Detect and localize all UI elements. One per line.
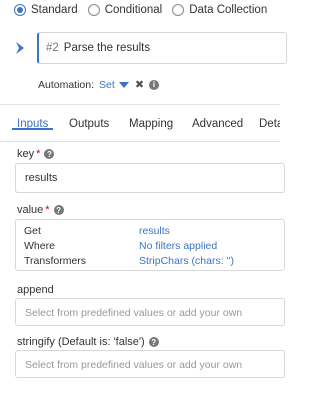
automation-row: Automation: Set ✖ i xyxy=(38,78,160,91)
automation-label: Automation: xyxy=(38,78,95,91)
radio-data-collection-label: Data Collection xyxy=(189,4,268,16)
value-row-get: Get results xyxy=(24,223,284,238)
caret-down-icon[interactable] xyxy=(118,81,129,88)
chevron-right-icon[interactable] xyxy=(13,41,27,55)
radio-data-collection[interactable]: Data Collection xyxy=(172,4,267,16)
divider xyxy=(0,104,280,105)
required-marker: * xyxy=(36,148,41,160)
value-row-where: Where No filters applied xyxy=(24,238,284,253)
tab-outputs[interactable]: Outputs xyxy=(69,112,109,130)
radio-standard[interactable]: Standard xyxy=(14,4,78,16)
value-row-link[interactable]: results xyxy=(139,225,170,237)
stringify-placeholder: Select from predefined values or add you… xyxy=(25,359,243,371)
key-field-label: key * ? xyxy=(17,148,55,160)
automation-value-link[interactable]: Set xyxy=(99,79,115,91)
radio-standard-label: Standard xyxy=(31,4,78,16)
help-icon[interactable]: ? xyxy=(53,205,64,215)
radio-data-collection-circle[interactable] xyxy=(172,4,185,16)
stringify-input[interactable]: Select from predefined values or add you… xyxy=(15,350,285,378)
value-row-link[interactable]: No filters applied xyxy=(139,240,217,252)
value-mapping-box[interactable]: Get results Where No filters applied Tra… xyxy=(15,219,285,271)
tab-bar: Inputs Outputs Mapping Advanced Deta xyxy=(0,112,280,142)
tab-details[interactable]: Deta xyxy=(259,112,280,130)
tab-mapping[interactable]: Mapping xyxy=(129,112,173,130)
value-row-transformers: Transformers StripChars (chars: '') xyxy=(24,253,284,268)
help-icon[interactable]: ? xyxy=(44,149,55,159)
radio-conditional-label: Conditional xyxy=(104,4,163,16)
value-row-key: Where xyxy=(24,239,55,252)
value-field-label: value * ? xyxy=(17,204,64,216)
key-input-value: results xyxy=(25,172,58,184)
stringify-label: stringify (Default is: 'false') xyxy=(17,336,145,348)
append-field-label: append xyxy=(17,284,54,296)
value-label: value xyxy=(17,204,44,216)
append-label: append xyxy=(17,284,54,296)
tab-advanced[interactable]: Advanced xyxy=(192,112,243,130)
help-icon[interactable]: ? xyxy=(148,337,159,347)
task-number: #2 xyxy=(46,42,59,54)
append-input[interactable]: Select from predefined values or add you… xyxy=(15,298,285,326)
value-row-link[interactable]: StripChars (chars: '') xyxy=(139,255,234,267)
info-icon[interactable]: i xyxy=(149,79,160,90)
radio-conditional-circle[interactable] xyxy=(87,4,100,16)
task-type-radio-group: Standard Conditional Data Collection xyxy=(14,4,277,16)
value-row-key: Get xyxy=(24,224,41,237)
close-icon[interactable]: ✖ xyxy=(135,78,144,91)
task-name-field[interactable]: #2 Parse the results xyxy=(37,32,287,64)
key-label: key xyxy=(17,148,35,160)
radio-conditional[interactable]: Conditional xyxy=(87,4,163,16)
required-marker: * xyxy=(45,204,50,216)
value-row-key: Transformers xyxy=(24,254,87,267)
task-name: Parse the results xyxy=(63,42,151,54)
stringify-field-label: stringify (Default is: 'false') ? xyxy=(17,336,159,348)
radio-standard-circle[interactable] xyxy=(14,4,26,16)
key-input[interactable]: results xyxy=(15,163,285,193)
tab-inputs[interactable]: Inputs xyxy=(11,112,54,130)
append-placeholder: Select from predefined values or add you… xyxy=(25,307,243,319)
